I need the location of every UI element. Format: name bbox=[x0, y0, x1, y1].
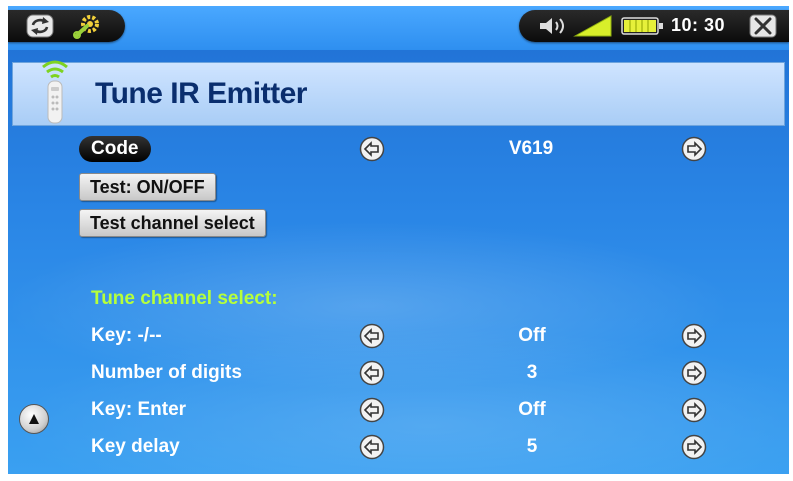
arrow-right-icon[interactable] bbox=[681, 360, 707, 386]
test-onoff-button[interactable]: Test: ON/OFF bbox=[79, 173, 216, 201]
setting-label: Number of digits bbox=[91, 362, 242, 383]
clock-time: 10: 30 bbox=[671, 15, 726, 35]
signal-strength-icon bbox=[573, 14, 613, 38]
scroll-up-icon[interactable] bbox=[19, 404, 49, 434]
close-icon[interactable] bbox=[749, 14, 777, 38]
setting-value: 5 bbox=[526, 436, 538, 457]
status-bar: 10: 30 bbox=[8, 6, 789, 50]
section-title: Tune channel select: bbox=[91, 288, 278, 309]
setting-value: Off bbox=[518, 325, 546, 346]
setting-label: Key: -/-- bbox=[91, 325, 162, 346]
volume-icon[interactable] bbox=[538, 15, 568, 37]
battery-icon bbox=[621, 16, 665, 36]
setting-label: Key delay bbox=[91, 436, 180, 457]
code-label[interactable]: Code bbox=[79, 136, 151, 162]
arrow-left-icon[interactable] bbox=[359, 434, 385, 460]
device-screen: 10: 30 Tune IR Emitter Code V619 Test: O… bbox=[8, 6, 789, 474]
remote-control-icon bbox=[35, 57, 75, 125]
arrow-left-icon[interactable] bbox=[359, 136, 385, 162]
setting-value: Off bbox=[518, 399, 546, 420]
arrow-left-icon[interactable] bbox=[359, 323, 385, 349]
setting-label: Key: Enter bbox=[91, 399, 187, 420]
arrow-right-icon[interactable] bbox=[681, 323, 707, 349]
arrow-left-icon[interactable] bbox=[359, 360, 385, 386]
arrow-right-icon[interactable] bbox=[681, 397, 707, 423]
settings-wrench-icon[interactable] bbox=[73, 13, 103, 39]
page-title: Tune IR Emitter bbox=[95, 77, 307, 110]
setting-value: 3 bbox=[526, 362, 538, 383]
arrow-right-icon[interactable] bbox=[681, 434, 707, 460]
title-bar: Tune IR Emitter bbox=[12, 60, 785, 126]
code-value: V619 bbox=[508, 138, 554, 159]
arrow-left-icon[interactable] bbox=[359, 397, 385, 423]
sync-icon[interactable] bbox=[26, 14, 54, 38]
arrow-right-icon[interactable] bbox=[681, 136, 707, 162]
test-channel-select-button[interactable]: Test channel select bbox=[79, 209, 266, 237]
